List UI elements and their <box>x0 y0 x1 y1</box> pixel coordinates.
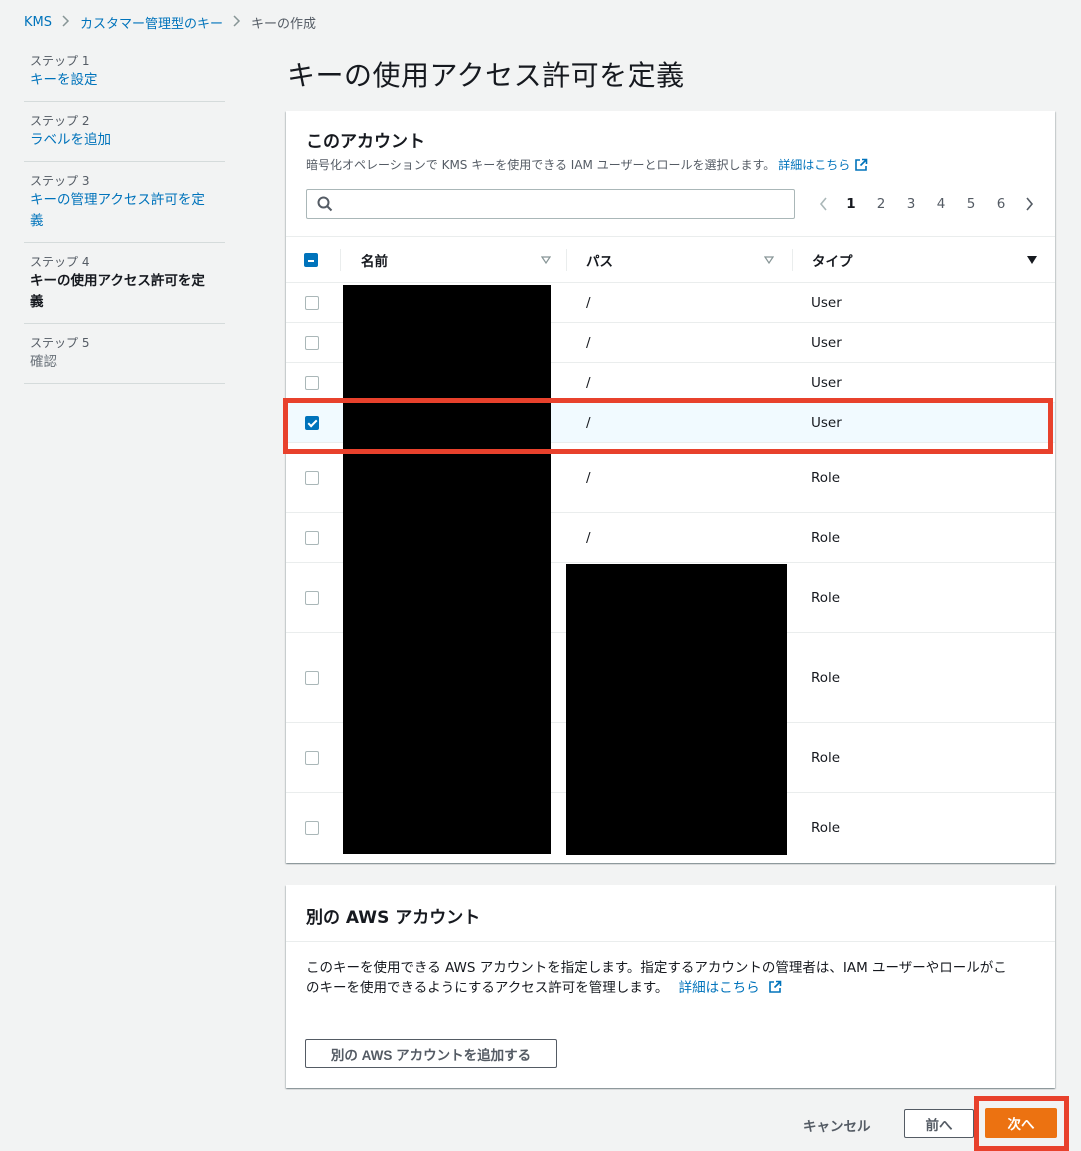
page-4[interactable]: 4 <box>926 196 956 212</box>
sort-desc-icon <box>1027 256 1037 264</box>
this-account-panel: このアカウント 暗号化オペレーションで KMS キーを使用できる IAM ユーザ… <box>286 111 1055 863</box>
other-account-panel: 別の AWS アカウント このキーを使用できる AWS アカウントを指定します。… <box>286 885 1055 1088</box>
type-cell: User <box>811 334 842 351</box>
step-label-line: 義 <box>30 294 44 310</box>
search-icon <box>317 196 333 212</box>
search-input[interactable] <box>306 189 795 219</box>
path-cell: / <box>586 294 591 311</box>
path-cell: / <box>586 334 591 351</box>
column-label: パス <box>586 254 613 270</box>
sort-icon <box>764 256 774 264</box>
external-link-icon <box>768 980 782 994</box>
redacted-name-column <box>343 285 551 854</box>
breadcrumb-customer-managed-keys[interactable]: カスタマー管理型のキー <box>80 13 223 32</box>
select-all-checkbox[interactable] <box>304 253 318 267</box>
path-cell: / <box>586 374 591 391</box>
pagination: 1 2 3 4 5 6 <box>810 189 1042 219</box>
step-review: 確認 <box>30 354 57 370</box>
column-header-type[interactable]: タイプ <box>812 237 1037 283</box>
description-line: このキーを使用できる AWS アカウントを指定します。指定するアカウントの管理者… <box>306 960 1007 976</box>
step-link-add-labels[interactable]: ラベルを追加 <box>30 130 219 151</box>
sort-icon <box>541 256 551 264</box>
step-2: ステップ 2 ラベルを追加 <box>24 102 225 162</box>
cancel-link[interactable]: キャンセル <box>803 1115 871 1135</box>
panel-title: このアカウント <box>306 132 425 152</box>
column-header-path[interactable]: パス <box>586 237 774 283</box>
learn-more-link[interactable]: 詳細はこちら <box>778 156 868 173</box>
page-2[interactable]: 2 <box>866 196 896 212</box>
learn-more-text: 詳細はこちら <box>678 980 760 996</box>
previous-page-icon[interactable] <box>810 197 836 211</box>
row-checkbox[interactable] <box>305 295 319 310</box>
select-all-cell <box>304 237 318 283</box>
step-number: ステップ 4 <box>30 255 90 269</box>
row-checkbox[interactable] <box>305 470 319 485</box>
step-label-line: 義 <box>30 213 44 229</box>
row-checkbox[interactable] <box>305 670 319 685</box>
type-cell: User <box>811 374 842 391</box>
previous-button[interactable]: 前へ <box>904 1109 974 1138</box>
row-checkbox[interactable] <box>305 375 319 390</box>
page-5[interactable]: 5 <box>956 196 986 212</box>
step-number: ステップ 5 <box>30 336 90 350</box>
step-label-line: キーの使用アクセス許可を定 <box>30 273 205 289</box>
page-title: キーの使用アクセス許可を定義 <box>287 59 685 92</box>
type-cell: Role <box>811 749 841 766</box>
table-header: 名前 パス タイプ <box>286 236 1055 283</box>
breadcrumb: KMS カスタマー管理型のキー キーの作成 <box>24 12 316 32</box>
redacted-path-column <box>566 564 787 855</box>
chevron-right-icon <box>233 14 241 30</box>
row-checkbox[interactable] <box>305 590 319 605</box>
column-label: タイプ <box>812 254 853 270</box>
next-page-icon[interactable] <box>1016 197 1042 211</box>
step-5: ステップ 5 確認 <box>24 324 225 384</box>
panel-description: このキーを使用できる AWS アカウントを指定します。指定するアカウントの管理者… <box>286 942 1055 1014</box>
learn-more-text: 詳細はこちら <box>778 158 851 172</box>
page-1[interactable]: 1 <box>836 196 866 212</box>
step-4: ステップ 4 キーの使用アクセス許可を定 義 <box>24 243 225 324</box>
type-cell: Role <box>811 529 841 546</box>
chevron-right-icon <box>62 14 70 30</box>
description-text: 暗号化オペレーションで KMS キーを使用できる IAM ユーザーとロールを選択… <box>306 158 776 172</box>
breadcrumb-kms[interactable]: KMS <box>24 15 52 30</box>
type-cell: Role <box>811 669 841 686</box>
page-6[interactable]: 6 <box>986 196 1016 212</box>
step-1: ステップ 1 キーを設定 <box>24 42 225 102</box>
panel-title: 別の AWS アカウント <box>306 908 481 928</box>
path-cell: / <box>586 529 591 546</box>
breadcrumb-current: キーの作成 <box>251 16 317 32</box>
row-checkbox[interactable] <box>305 821 319 835</box>
column-header-name[interactable]: 名前 <box>361 237 551 283</box>
learn-more-link[interactable]: 詳細はこちら <box>679 980 782 996</box>
add-aws-account-button[interactable]: 別の AWS アカウントを追加する <box>305 1039 557 1068</box>
row-checkbox[interactable] <box>305 750 319 765</box>
step-number: ステップ 1 <box>30 54 90 68</box>
panel-description: 暗号化オペレーションで KMS キーを使用できる IAM ユーザーとロールを選択… <box>306 156 1035 173</box>
row-checkbox[interactable] <box>305 530 319 545</box>
wizard-steps: ステップ 1 キーを設定 ステップ 2 ラベルを追加 ステップ 3 キーの管理ア… <box>24 42 225 384</box>
step-label-line: キーの管理アクセス許可を定 <box>30 192 205 208</box>
type-cell: Role <box>811 820 841 836</box>
description-line: のキーを使用できるようにするアクセス許可を管理します。 <box>306 980 669 996</box>
step-current-usage-permissions: キーの使用アクセス許可を定 義 <box>30 271 219 313</box>
next-button[interactable]: 次へ <box>985 1108 1057 1138</box>
step-number: ステップ 3 <box>30 174 90 188</box>
page-3[interactable]: 3 <box>896 196 926 212</box>
step-link-admin-permissions[interactable]: キーの管理アクセス許可を定 義 <box>30 190 219 232</box>
step-link-configure-key[interactable]: キーを設定 <box>30 70 219 91</box>
step-3: ステップ 3 キーの管理アクセス許可を定 義 <box>24 162 225 243</box>
column-label: 名前 <box>361 254 388 270</box>
type-cell: User <box>811 294 842 311</box>
type-cell: Role <box>811 589 841 606</box>
row-checkbox[interactable] <box>305 335 319 350</box>
step-number: ステップ 2 <box>30 114 90 128</box>
highlight-selected-row <box>283 398 1053 454</box>
external-link-icon <box>854 158 868 172</box>
